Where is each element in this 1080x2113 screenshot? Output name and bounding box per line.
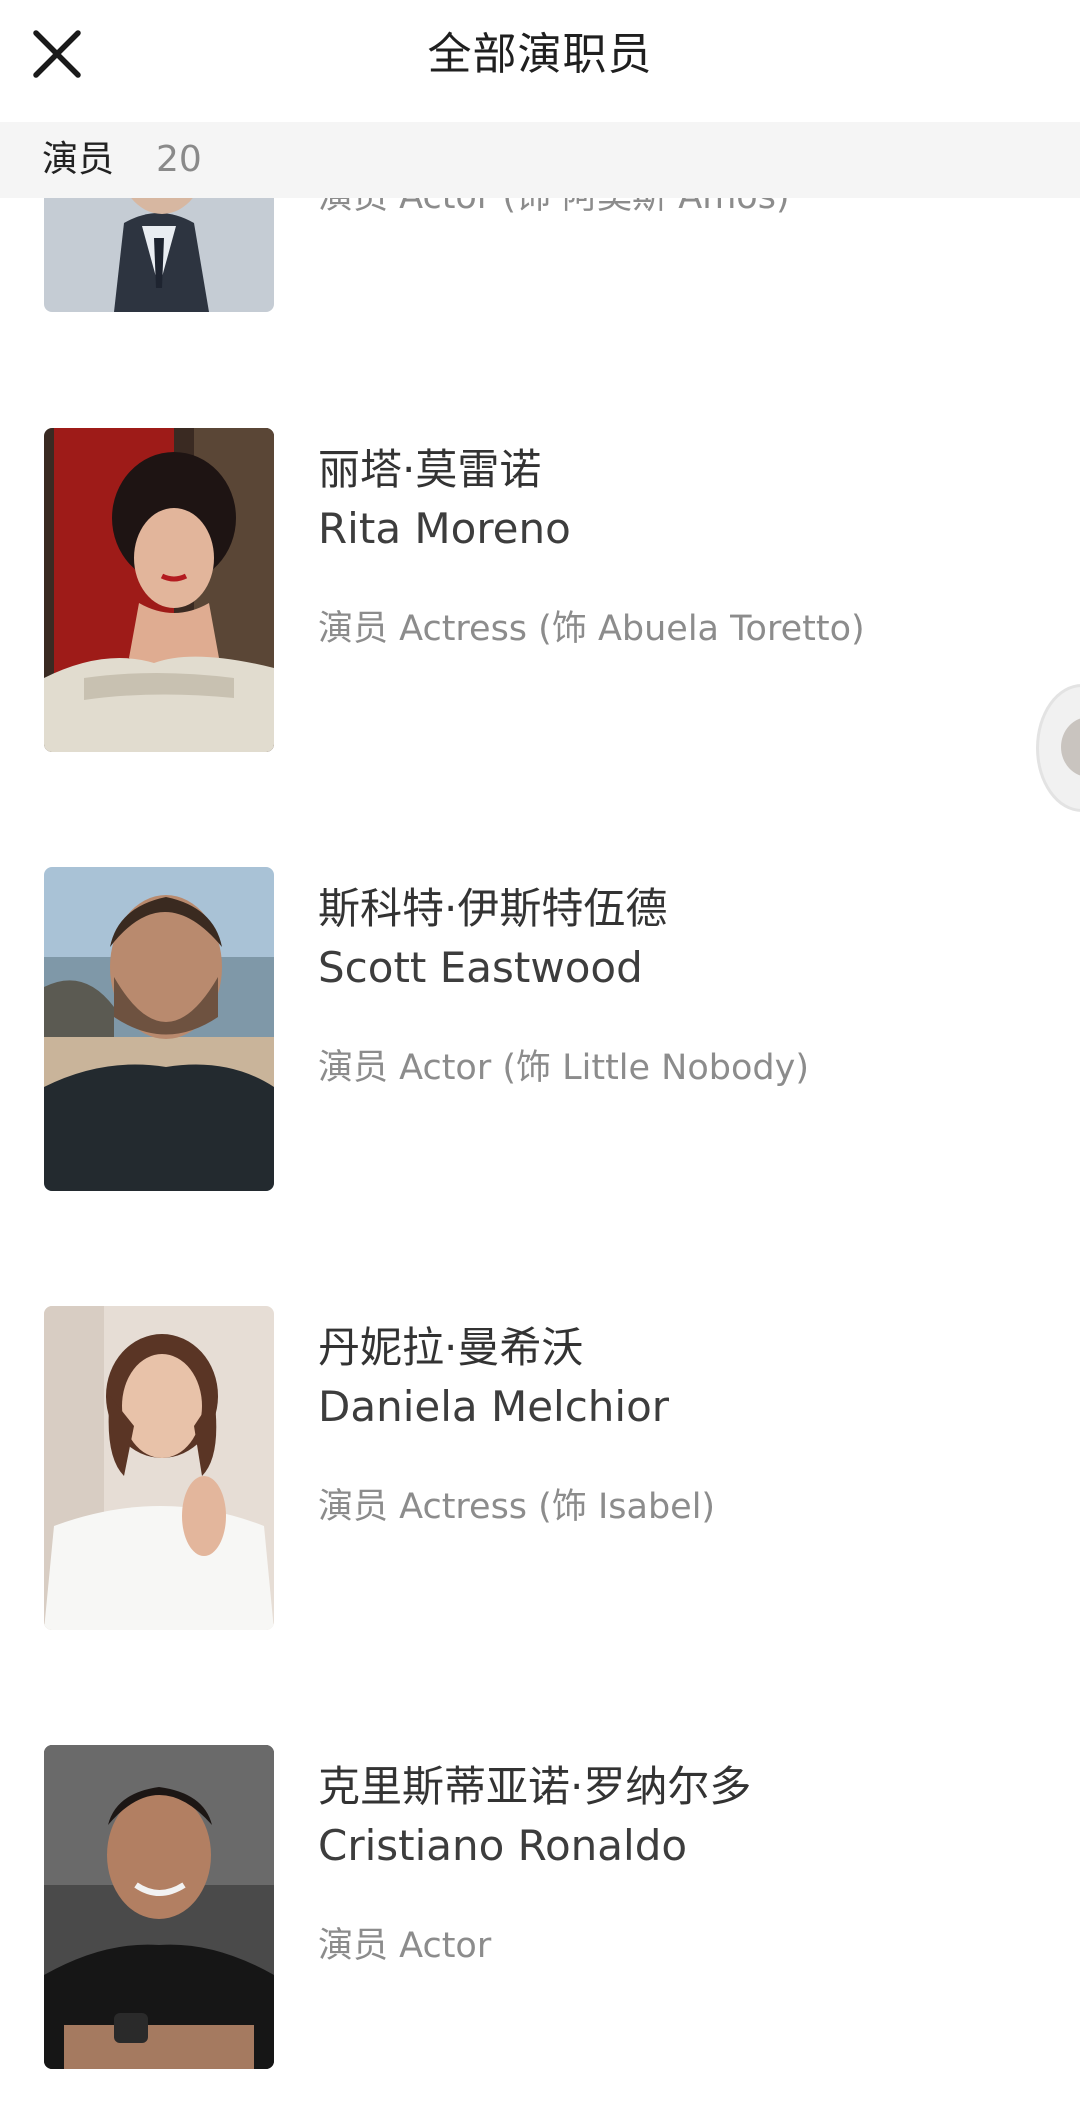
section-count: 20	[156, 139, 202, 180]
actor-chinese-name: 斯科特·伊斯特伍德	[318, 884, 668, 933]
page-title: 全部演职员	[427, 29, 653, 80]
avatar	[1061, 717, 1080, 777]
role-text: 演员 Actor (饰 Little Nobody)	[318, 1048, 809, 1088]
list-item[interactable]: 斯科特·伊斯特伍德 Scott Eastwood 演员 Actor (饰 Lit…	[0, 867, 1080, 1191]
actor-english-name: Daniela Melchior	[318, 1382, 670, 1431]
actor-chinese-name: 丽塔·莫雷诺	[318, 445, 542, 494]
list-item[interactable]: 丹妮拉·曼希沃 Daniela Melchior 演员 Actress (饰 I…	[0, 1306, 1080, 1630]
actor-photo	[44, 867, 274, 1191]
role-text: 演员 Actress (饰 Isabel)	[318, 1487, 716, 1527]
cast-list: 演员 Actor (饰 阿莫斯 Amos) 丽塔·莫雷诺 Rita Moreno…	[0, 0, 1080, 2113]
section-header: 演员 20	[0, 122, 1080, 198]
actor-photo	[44, 1745, 274, 2069]
actor-photo	[44, 1306, 274, 1630]
role-text: 演员 Actress (饰 Abuela Toretto)	[318, 609, 865, 649]
list-item[interactable]: 丽塔·莫雷诺 Rita Moreno 演员 Actress (饰 Abuela …	[0, 428, 1080, 752]
role-text: 演员 Actor	[318, 1926, 492, 1966]
actor-english-name: Scott Eastwood	[318, 943, 643, 992]
actor-photo	[44, 428, 274, 752]
list-item[interactable]: 克里斯蒂亚诺·罗纳尔多 Cristiano Ronaldo 演员 Actor	[0, 1745, 1080, 2069]
actor-chinese-name: 丹妮拉·曼希沃	[318, 1323, 584, 1372]
actor-english-name: Rita Moreno	[318, 504, 571, 553]
top-bar: 全部演职员	[0, 0, 1080, 122]
actor-chinese-name: 克里斯蒂亚诺·罗纳尔多	[318, 1762, 752, 1811]
section-label: 演员	[42, 139, 115, 180]
actor-english-name: Cristiano Ronaldo	[318, 1821, 688, 1870]
